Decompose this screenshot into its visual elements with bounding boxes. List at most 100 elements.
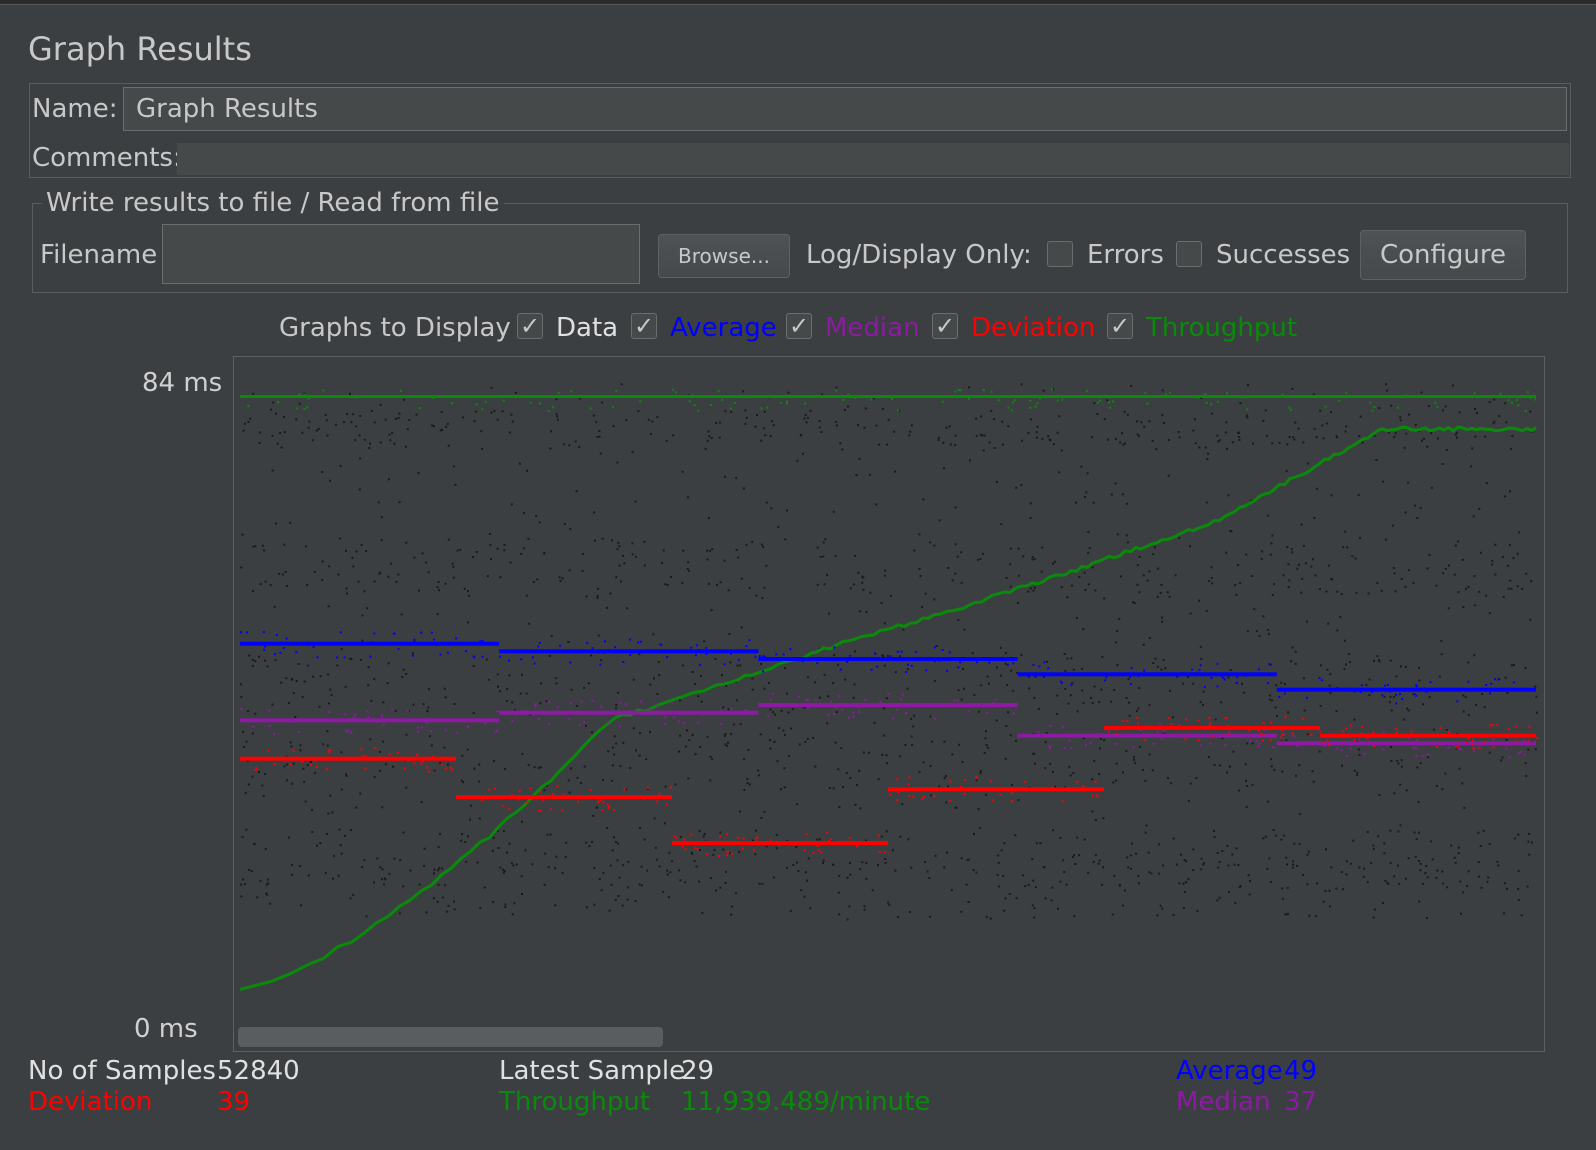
data-point	[1325, 590, 1328, 593]
data-point	[691, 671, 694, 673]
configure-button[interactable]: Configure	[1360, 230, 1526, 280]
data-point	[763, 687, 766, 690]
data-point	[1483, 706, 1486, 709]
data-point	[1029, 517, 1032, 519]
comments-input[interactable]	[177, 143, 1569, 175]
data-point	[596, 436, 599, 438]
throughput-checkbox[interactable]: ✓	[1107, 313, 1133, 339]
data-point	[822, 861, 824, 864]
deviation-line-point	[696, 848, 699, 851]
deviation-checkbox[interactable]: ✓	[932, 313, 958, 339]
data-point	[979, 770, 982, 773]
data-point	[1253, 608, 1256, 611]
filename-input[interactable]	[162, 224, 640, 284]
average-line-point	[1467, 680, 1470, 683]
data-point	[1342, 546, 1345, 549]
data-point	[857, 424, 859, 426]
data-point	[405, 786, 408, 789]
median-line-point	[1114, 742, 1117, 745]
median-checkbox[interactable]: ✓	[786, 313, 812, 339]
data-point	[863, 908, 866, 911]
data-point	[1267, 633, 1270, 636]
data-point	[242, 878, 245, 881]
data-point	[292, 692, 295, 695]
median-line-point	[1049, 747, 1051, 750]
data-point	[979, 827, 982, 829]
deviation-line-point	[933, 794, 936, 797]
data-point	[564, 855, 567, 858]
average-line-point	[537, 645, 540, 648]
data-point	[1130, 867, 1132, 870]
data-point	[1351, 555, 1354, 558]
data-point	[250, 870, 253, 872]
data-point	[336, 664, 339, 667]
data-point	[1428, 554, 1431, 556]
data-point	[1292, 436, 1295, 439]
median-line-point	[375, 720, 378, 723]
browse-button[interactable]: Browse...	[658, 234, 790, 278]
data-point	[318, 705, 321, 708]
deviation-line-point	[1167, 717, 1170, 720]
data-point	[387, 575, 390, 578]
data-point	[562, 443, 565, 446]
deviation-line-point	[493, 787, 496, 790]
median-line-point	[625, 703, 628, 706]
errors-checkbox[interactable]	[1047, 241, 1073, 267]
average-checkbox[interactable]: ✓	[631, 313, 657, 339]
data-point	[399, 859, 402, 862]
data-point	[322, 743, 325, 746]
data-point	[338, 828, 341, 831]
data-point	[555, 682, 558, 685]
average-line-point	[481, 640, 484, 642]
data-point	[591, 841, 594, 843]
deviation-line-point	[1492, 746, 1495, 749]
data-point	[1238, 789, 1240, 792]
data-point	[1394, 590, 1397, 593]
data-point	[1138, 687, 1141, 690]
successes-checkbox[interactable]	[1176, 241, 1202, 267]
data-point	[1372, 848, 1375, 850]
data-point	[324, 414, 327, 416]
data-point	[1432, 728, 1435, 731]
throughput-point	[870, 398, 873, 401]
data-point	[947, 566, 950, 569]
data-point	[622, 554, 624, 557]
data-point	[1126, 541, 1129, 544]
throughput-point	[529, 401, 532, 404]
data-point	[568, 444, 571, 447]
data-point	[775, 833, 778, 836]
deviation-line-point	[908, 795, 911, 798]
data-point	[1131, 842, 1133, 845]
median-line-point	[619, 701, 622, 704]
data-point	[798, 743, 801, 746]
deviation-line-point	[1322, 741, 1325, 744]
data-point	[975, 871, 978, 874]
data-point	[1172, 716, 1174, 719]
data-point	[1329, 673, 1332, 676]
data-point	[536, 578, 539, 581]
data-point	[993, 418, 996, 421]
median-line-point	[1267, 736, 1270, 738]
data-point	[299, 744, 302, 747]
data-point	[742, 390, 745, 393]
data-point	[988, 441, 991, 444]
data-point	[249, 417, 252, 420]
data-point	[862, 751, 865, 754]
average-line-point	[527, 650, 530, 653]
median-line-point	[901, 693, 904, 696]
graph-horizontal-scrollbar[interactable]	[238, 1027, 663, 1047]
data-point	[1276, 715, 1278, 717]
deviation-line-point	[1070, 789, 1073, 792]
data-point	[1311, 770, 1314, 773]
data-point	[776, 760, 779, 763]
data-point	[703, 640, 706, 643]
name-input[interactable]: Graph Results	[123, 87, 1567, 131]
data-point	[1012, 689, 1015, 692]
data-checkbox[interactable]: ✓	[517, 313, 543, 339]
median-line-point	[240, 708, 243, 710]
deviation-line-point	[254, 768, 257, 771]
data-point	[1442, 882, 1444, 885]
data-point	[899, 835, 902, 838]
data-point	[1226, 771, 1229, 774]
data-point	[1286, 863, 1288, 866]
